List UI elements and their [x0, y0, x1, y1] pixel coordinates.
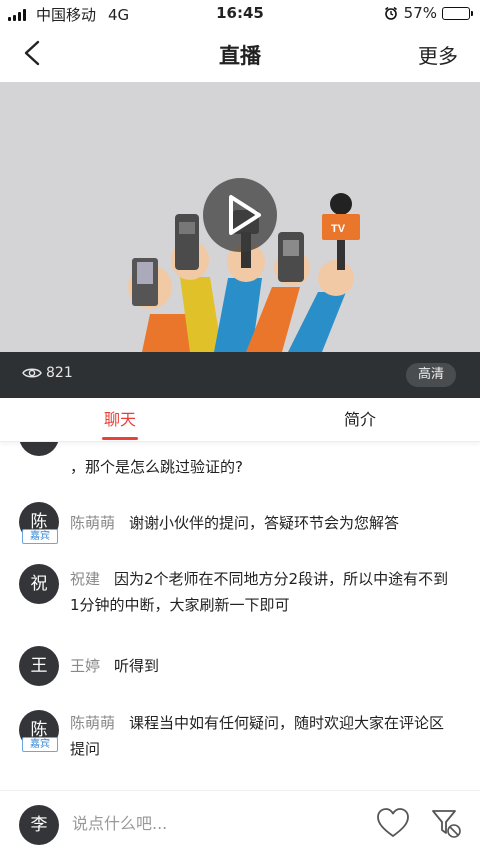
message-text: 谢谢小伙伴的提问，答疑环节会为您解答 [129, 514, 400, 532]
chat-list[interactable]: ，那个是怎么跳过验证的? 陈 嘉宾 陈萌萌 谢谢小伙伴的提问，答疑环节会为您解答 … [0, 442, 480, 790]
status-bar: 中国移动 4G 16:45 57% [0, 0, 480, 26]
message-text: 听得到 [114, 657, 160, 675]
message-content: 陈萌萌 课程当中如有任何疑问，随时欢迎大家在评论区提问 [70, 710, 454, 762]
heart-icon [377, 808, 409, 837]
filter-toggle-button[interactable] [430, 807, 462, 839]
message-content: 陈萌萌 谢谢小伙伴的提问，答疑环节会为您解答 [70, 510, 454, 536]
guest-badge: 嘉宾 [22, 737, 58, 752]
avatar [19, 442, 59, 456]
guest-badge: 嘉宾 [22, 529, 58, 544]
message-content: 王婷 听得到 [70, 653, 454, 679]
play-button[interactable] [203, 178, 277, 252]
video-control-bar: 821 高清 [0, 352, 480, 398]
comment-bar: 李 [0, 790, 480, 854]
sender-name: 陈萌萌 [70, 514, 116, 532]
like-button[interactable] [376, 807, 410, 839]
alarm-icon [384, 6, 397, 20]
active-tab-indicator [102, 437, 138, 440]
status-right: 57% [384, 4, 473, 22]
message-text: ，那个是怎么跳过验证的? [70, 458, 243, 476]
more-button[interactable]: 更多 [418, 40, 458, 69]
battery-percent: 57% [403, 4, 437, 22]
sender-name: 王婷 [70, 657, 101, 675]
sender-name: 陈萌萌 [70, 714, 116, 732]
tab-intro[interactable]: 简介 [240, 398, 480, 442]
avatar: 祝 [19, 564, 59, 604]
nav-header: 直播 更多 [0, 26, 480, 82]
page-title: 直播 [219, 44, 261, 68]
user-avatar: 李 [19, 805, 59, 845]
quality-button[interactable]: 高清 [405, 363, 456, 387]
message-text: 因为2个老师在不同地方分2段讲，所以中途有不到1分钟的中断，大家刷新一下即可 [70, 570, 449, 614]
message-content: 祝建 因为2个老师在不同地方分2段讲，所以中途有不到1分钟的中断，大家刷新一下即可 [70, 566, 454, 618]
comment-input[interactable] [72, 808, 352, 838]
eye-icon [22, 368, 42, 378]
avatar: 王 [19, 646, 59, 686]
message-text: 课程当中如有任何疑问，随时欢迎大家在评论区提问 [70, 714, 445, 758]
tab-bar: 聊天 简介 [0, 398, 480, 442]
view-count: 821 [22, 365, 73, 381]
live-video-player[interactable]: TV [0, 82, 480, 352]
play-icon [229, 195, 261, 235]
tab-chat[interactable]: 聊天 [0, 398, 240, 442]
svg-text:TV: TV [331, 223, 346, 235]
sender-name: 祝建 [70, 570, 101, 588]
battery-icon [442, 6, 473, 20]
filter-off-icon [432, 810, 461, 838]
view-count-value: 821 [46, 365, 73, 381]
